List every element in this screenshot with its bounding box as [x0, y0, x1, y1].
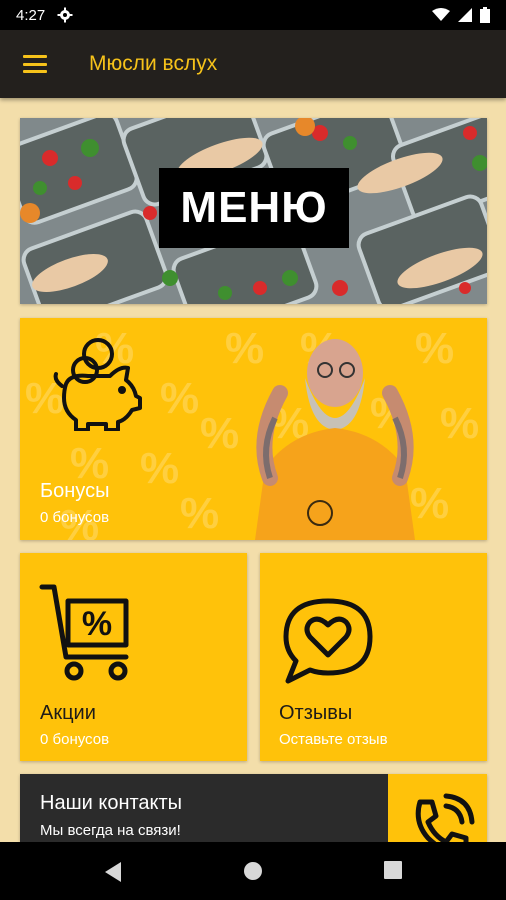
svg-text:%: % — [160, 374, 199, 423]
svg-text:%: % — [225, 324, 264, 373]
recents-icon[interactable] — [384, 861, 402, 879]
hamburger-icon[interactable] — [23, 55, 47, 73]
review-card[interactable]: Отзывы Оставьте отзыв — [260, 553, 487, 761]
settings-gear-icon — [57, 7, 73, 23]
review-subtitle: Оставьте отзыв — [279, 731, 388, 748]
signal-icon — [458, 8, 472, 22]
svg-text:%: % — [82, 605, 112, 643]
system-nav-bar — [0, 842, 506, 900]
promo-card[interactable]: % Акции 0 бонусов — [20, 553, 247, 761]
battery-icon — [480, 7, 490, 23]
svg-text:%: % — [180, 489, 219, 538]
svg-text:%: % — [415, 324, 454, 373]
promo-title: Акции — [40, 702, 96, 724]
promo-subtitle: 0 бонусов — [40, 731, 110, 748]
bonus-title: Бонусы — [40, 480, 110, 502]
home-icon[interactable] — [243, 861, 263, 881]
svg-text:%: % — [410, 479, 449, 528]
app-title: Мюсли вслух — [89, 52, 218, 75]
wifi-icon — [432, 8, 450, 21]
contacts-subtitle: Мы всегда на связи! — [40, 822, 181, 839]
app-bar: Мюсли вслух — [0, 30, 506, 98]
status-bar: 4:27 — [0, 0, 506, 30]
svg-text:%: % — [140, 444, 179, 493]
bonus-card[interactable]: %%% %%% %%% %%% %%% Бонусы 0 бонусов — [20, 318, 487, 540]
svg-text:%: % — [200, 409, 239, 458]
menu-card[interactable]: МЕНЮ — [20, 118, 487, 304]
menu-label: МЕНЮ — [159, 168, 349, 248]
status-time: 4:27 — [16, 6, 46, 24]
piggy-bank-icon — [53, 338, 142, 431]
svg-text:%: % — [440, 399, 479, 448]
contacts-title: Наши контакты — [40, 792, 183, 814]
bonus-subtitle: 0 бонусов — [40, 509, 110, 526]
shopping-cart-percent-icon: % — [39, 584, 129, 681]
back-icon[interactable] — [103, 861, 123, 883]
review-title: Отзывы — [279, 702, 353, 724]
heart-speech-bubble-icon — [283, 598, 373, 684]
